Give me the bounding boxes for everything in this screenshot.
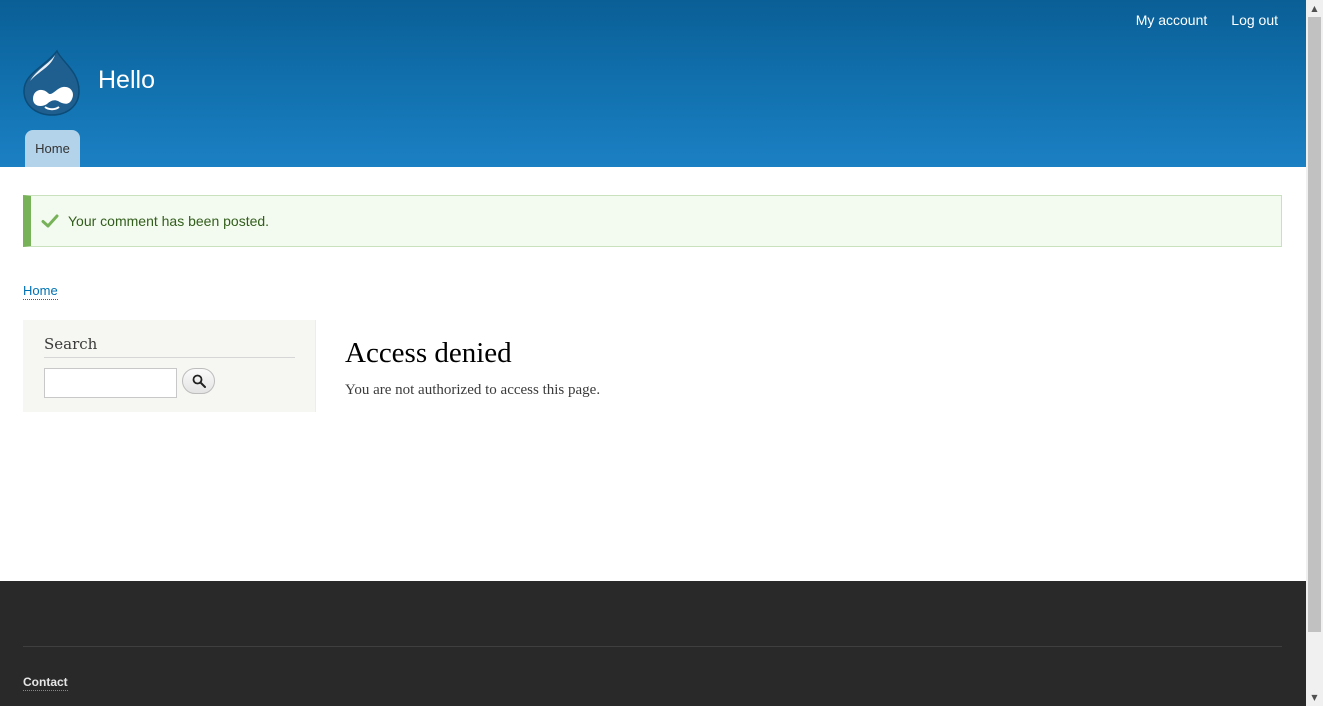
- scroll-down-arrow-icon[interactable]: ▼: [1306, 689, 1323, 706]
- check-icon: [41, 214, 59, 228]
- search-button[interactable]: [182, 368, 215, 394]
- status-message-text: Your comment has been posted.: [68, 213, 270, 229]
- site-header: My account Log out Hello Home: [0, 0, 1306, 167]
- magnifier-icon: [192, 374, 206, 388]
- search-input[interactable]: [44, 368, 177, 398]
- my-account-link[interactable]: My account: [1136, 11, 1208, 29]
- search-block-title: Search: [44, 335, 295, 358]
- secondary-menu: My account Log out: [1136, 11, 1278, 29]
- scroll-up-arrow-icon[interactable]: ▲: [1306, 0, 1323, 17]
- page-body-text: You are not authorized to access this pa…: [345, 382, 601, 398]
- log-out-link[interactable]: Log out: [1231, 11, 1278, 29]
- site-name[interactable]: Hello: [98, 64, 155, 96]
- tab-home[interactable]: Home: [25, 130, 80, 167]
- status-message: Your comment has been posted.: [23, 195, 1282, 247]
- footer-contact-link[interactable]: Contact: [23, 675, 68, 691]
- footer-divider: [23, 646, 1282, 647]
- drupal-logo-icon[interactable]: [21, 49, 83, 117]
- site-footer: Contact: [0, 581, 1306, 706]
- page-viewport: My account Log out Hello Home Your comme…: [0, 0, 1306, 706]
- vertical-scrollbar[interactable]: ▲ ▼: [1306, 0, 1323, 706]
- page-title: Access denied: [345, 337, 512, 369]
- breadcrumb-home-link[interactable]: Home: [23, 283, 58, 300]
- scrollbar-thumb[interactable]: [1308, 17, 1321, 632]
- search-block: Search: [23, 320, 316, 412]
